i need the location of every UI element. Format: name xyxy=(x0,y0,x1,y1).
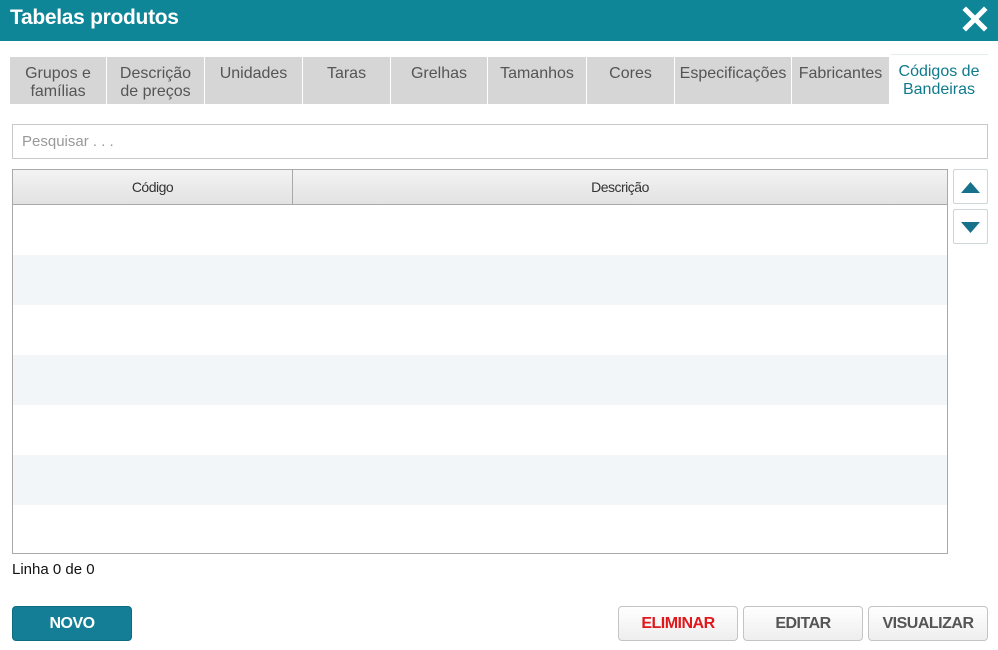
tab-codigos-de-bandeiras[interactable]: Códigos de Bandeiras xyxy=(890,54,988,104)
close-button[interactable] xyxy=(962,6,988,32)
triangle-down-icon xyxy=(961,222,980,233)
tab-bar: Grupos e famílias Descrição de preços Un… xyxy=(10,54,988,104)
close-icon xyxy=(962,6,988,32)
tab-cores[interactable]: Cores xyxy=(587,57,674,104)
grid-header: Código Descrição xyxy=(13,170,947,205)
column-header-descricao[interactable]: Descrição xyxy=(293,170,947,204)
tab-label: Códigos de Bandeiras xyxy=(898,63,980,98)
data-grid: Código Descrição xyxy=(12,169,948,554)
table-row xyxy=(13,355,947,405)
tab-tamanhos[interactable]: Tamanhos xyxy=(488,57,586,104)
eliminar-button[interactable]: ELIMINAR xyxy=(618,606,738,641)
triangle-up-icon xyxy=(961,182,980,193)
row-count-status: Linha 0 de 0 xyxy=(12,561,95,578)
title-bar: Tabelas produtos xyxy=(0,0,998,41)
tab-especificacoes[interactable]: Especificações xyxy=(675,57,791,104)
scroll-down-button[interactable] xyxy=(953,209,988,244)
tab-label: Descrição de preços xyxy=(119,65,192,100)
tab-label: Cores xyxy=(609,65,652,82)
novo-button[interactable]: NOVO xyxy=(12,606,132,641)
search-input[interactable] xyxy=(12,124,988,159)
tab-label: Tamanhos xyxy=(500,65,574,82)
tab-label: Taras xyxy=(326,65,367,82)
visualizar-button[interactable]: VISUALIZAR xyxy=(868,606,988,641)
tab-label: Grelhas xyxy=(410,65,468,82)
tab-taras[interactable]: Taras xyxy=(303,57,390,104)
tab-label: Grupos e famílias xyxy=(25,65,91,100)
tab-fabricantes[interactable]: Fabricantes xyxy=(792,57,889,104)
table-row xyxy=(13,505,947,553)
table-row xyxy=(13,455,947,505)
table-row xyxy=(13,205,947,255)
tabelas-produtos-dialog: Tabelas produtos Grupos e famílias Descr… xyxy=(0,0,998,650)
table-row xyxy=(13,405,947,455)
tab-label: Fabricantes xyxy=(798,65,883,82)
column-header-codigo[interactable]: Código xyxy=(13,170,293,204)
tab-grupos-e-familias[interactable]: Grupos e famílias xyxy=(10,57,106,104)
editar-button[interactable]: EDITAR xyxy=(743,606,863,641)
dialog-title: Tabelas produtos xyxy=(10,6,179,29)
tab-unidades[interactable]: Unidades xyxy=(205,57,302,104)
tab-grelhas[interactable]: Grelhas xyxy=(391,57,487,104)
table-row xyxy=(13,255,947,305)
tab-descricao-de-precos[interactable]: Descrição de preços xyxy=(107,57,204,104)
tab-label: Unidades xyxy=(219,65,288,82)
scroll-up-button[interactable] xyxy=(953,169,988,204)
tab-label: Especificações xyxy=(679,65,787,82)
table-row xyxy=(13,305,947,355)
